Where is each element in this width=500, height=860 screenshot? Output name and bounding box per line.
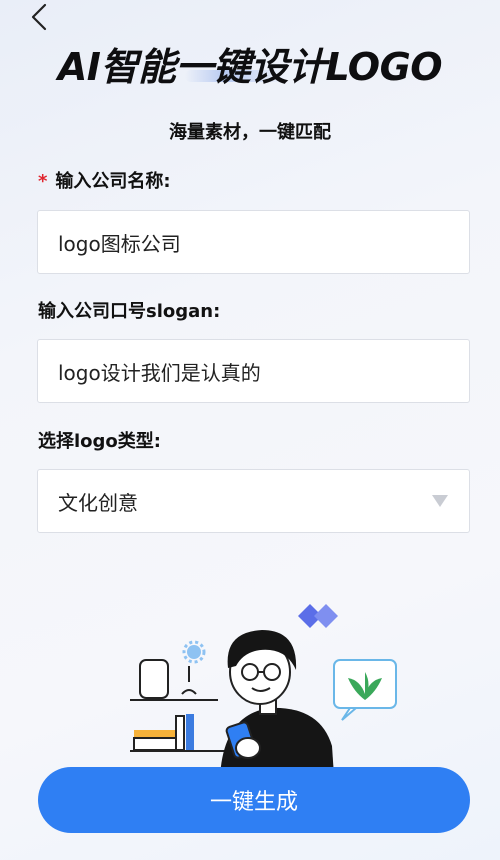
slogan-input[interactable] [37,339,470,403]
back-button[interactable] [24,2,54,32]
page-subtitle: 海量素材，一键匹配 [169,122,331,143]
designer-illustration [130,604,397,776]
logo-type-select[interactable]: 文化创意 [37,469,470,533]
generate-button[interactable]: 一键生成 [38,767,470,833]
company-name-label-text: 输入公司名称: [55,171,171,192]
required-mark: * [38,171,48,192]
triangle-down-icon [432,495,448,507]
company-name-label: * 输入公司名称: [38,167,171,193]
logo-type-label: 选择logo类型: [38,431,161,452]
leaf-logo-icon [333,659,397,721]
slogan-label: 输入公司口号slogan: [38,301,221,322]
diamond-logo-icon [298,604,338,628]
chevron-left-icon [31,3,47,31]
page-title: AI智能一键设计LOGO [57,45,443,89]
logo-type-selected-value: 文化创意 [58,490,138,515]
company-name-input[interactable] [37,210,470,274]
gear-icon [182,640,206,664]
